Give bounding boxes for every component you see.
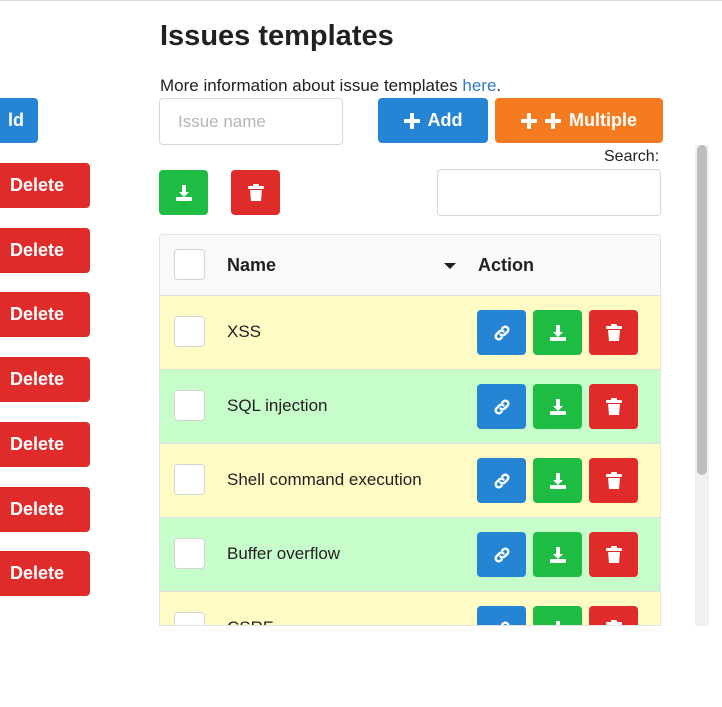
- link-icon: [500, 621, 509, 625]
- download-icon: [549, 324, 566, 341]
- trash-icon: [605, 323, 622, 341]
- info-text-label: More information about issue templates: [160, 76, 463, 95]
- delete-label: Delete: [10, 369, 65, 389]
- download-icon: [175, 184, 192, 201]
- trash-icon: [605, 471, 622, 489]
- link-icon: [494, 547, 509, 562]
- row-checkbox[interactable]: [174, 464, 205, 495]
- download-button[interactable]: [533, 384, 582, 429]
- table-row: SQL injection: [160, 370, 660, 444]
- link-icon: [494, 325, 509, 340]
- delete-button[interactable]: [589, 310, 638, 355]
- download-button[interactable]: [533, 532, 582, 577]
- link-button[interactable]: [477, 532, 526, 577]
- info-link[interactable]: here: [462, 76, 496, 95]
- left-delete-button[interactable]: Delete: [0, 357, 90, 402]
- table-row: Buffer overflow: [160, 518, 660, 592]
- caret-down-icon[interactable]: [444, 263, 456, 269]
- add-multiple-button[interactable]: Multiple: [495, 98, 663, 143]
- link-icon: [494, 473, 509, 488]
- add-button[interactable]: Add: [378, 98, 488, 143]
- delete-label: Delete: [10, 563, 65, 583]
- column-header-action: Action: [478, 255, 534, 275]
- delete-button[interactable]: [589, 532, 638, 577]
- plus-icon: [521, 112, 537, 129]
- download-button[interactable]: [533, 458, 582, 503]
- table-row: Shell command execution: [160, 444, 660, 518]
- row-checkbox[interactable]: [174, 612, 205, 625]
- link-icon: [494, 399, 509, 414]
- link-button[interactable]: [477, 384, 526, 429]
- delete-label: Delete: [10, 240, 65, 260]
- plus-icon: [545, 112, 561, 129]
- info-text: More information about issue templates h…: [160, 76, 501, 96]
- row-name: CSRF: [227, 618, 273, 625]
- delete-label: Delete: [10, 499, 65, 519]
- download-icon: [549, 546, 566, 563]
- download-button[interactable]: [533, 310, 582, 355]
- left-delete-button[interactable]: Delete: [0, 228, 90, 273]
- link-button[interactable]: [477, 458, 526, 503]
- top-border: [0, 0, 722, 1]
- page-title: Issues templates: [160, 20, 394, 52]
- issues-table: Name Action XSS SQL injection Shell comman…: [159, 234, 661, 626]
- scrollbar-thumb[interactable]: [697, 145, 707, 475]
- left-delete-button[interactable]: Delete: [0, 551, 90, 596]
- row-name: SQL injection: [227, 396, 328, 415]
- trash-icon: [247, 183, 264, 201]
- link-button[interactable]: [477, 310, 526, 355]
- left-delete-button[interactable]: Delete: [0, 163, 90, 208]
- download-icon: [549, 398, 566, 415]
- page-bottom: [0, 626, 722, 707]
- left-add-button[interactable]: ld: [0, 98, 38, 143]
- delete-label: Delete: [10, 304, 65, 324]
- row-name: Buffer overflow: [227, 544, 341, 563]
- delete-button[interactable]: [589, 606, 638, 625]
- row-checkbox[interactable]: [174, 390, 205, 421]
- row-name: Shell command execution: [227, 470, 422, 489]
- add-multiple-label: Multiple: [569, 110, 637, 130]
- row-name: XSS: [227, 322, 262, 341]
- table-header: Name Action: [160, 235, 660, 296]
- row-checkbox[interactable]: [174, 538, 205, 569]
- table-row: XSS: [160, 296, 660, 370]
- info-suffix: .: [496, 76, 502, 95]
- add-button-label: Add: [427, 110, 463, 130]
- left-delete-button[interactable]: Delete: [0, 422, 90, 467]
- bulk-delete-button[interactable]: [231, 170, 280, 215]
- search-input[interactable]: [437, 169, 661, 216]
- issue-name-input[interactable]: [159, 98, 343, 145]
- select-all-checkbox[interactable]: [174, 249, 205, 280]
- trash-icon: [605, 397, 622, 415]
- download-button[interactable]: [533, 606, 582, 625]
- link-button[interactable]: [477, 606, 526, 625]
- left-delete-button[interactable]: Delete: [0, 487, 90, 532]
- delete-button[interactable]: [589, 384, 638, 429]
- table-row: CSRF: [160, 592, 660, 625]
- trash-icon: [605, 545, 622, 563]
- bulk-download-button[interactable]: [159, 170, 208, 215]
- delete-button[interactable]: [589, 458, 638, 503]
- download-icon: [549, 472, 566, 489]
- left-delete-button[interactable]: Delete: [0, 292, 90, 337]
- search-label: Search:: [604, 148, 660, 165]
- delete-label: Delete: [10, 434, 65, 454]
- column-header-name[interactable]: Name: [227, 255, 276, 276]
- plus-icon: [403, 112, 420, 129]
- delete-label: Delete: [10, 175, 65, 195]
- row-checkbox[interactable]: [174, 316, 205, 347]
